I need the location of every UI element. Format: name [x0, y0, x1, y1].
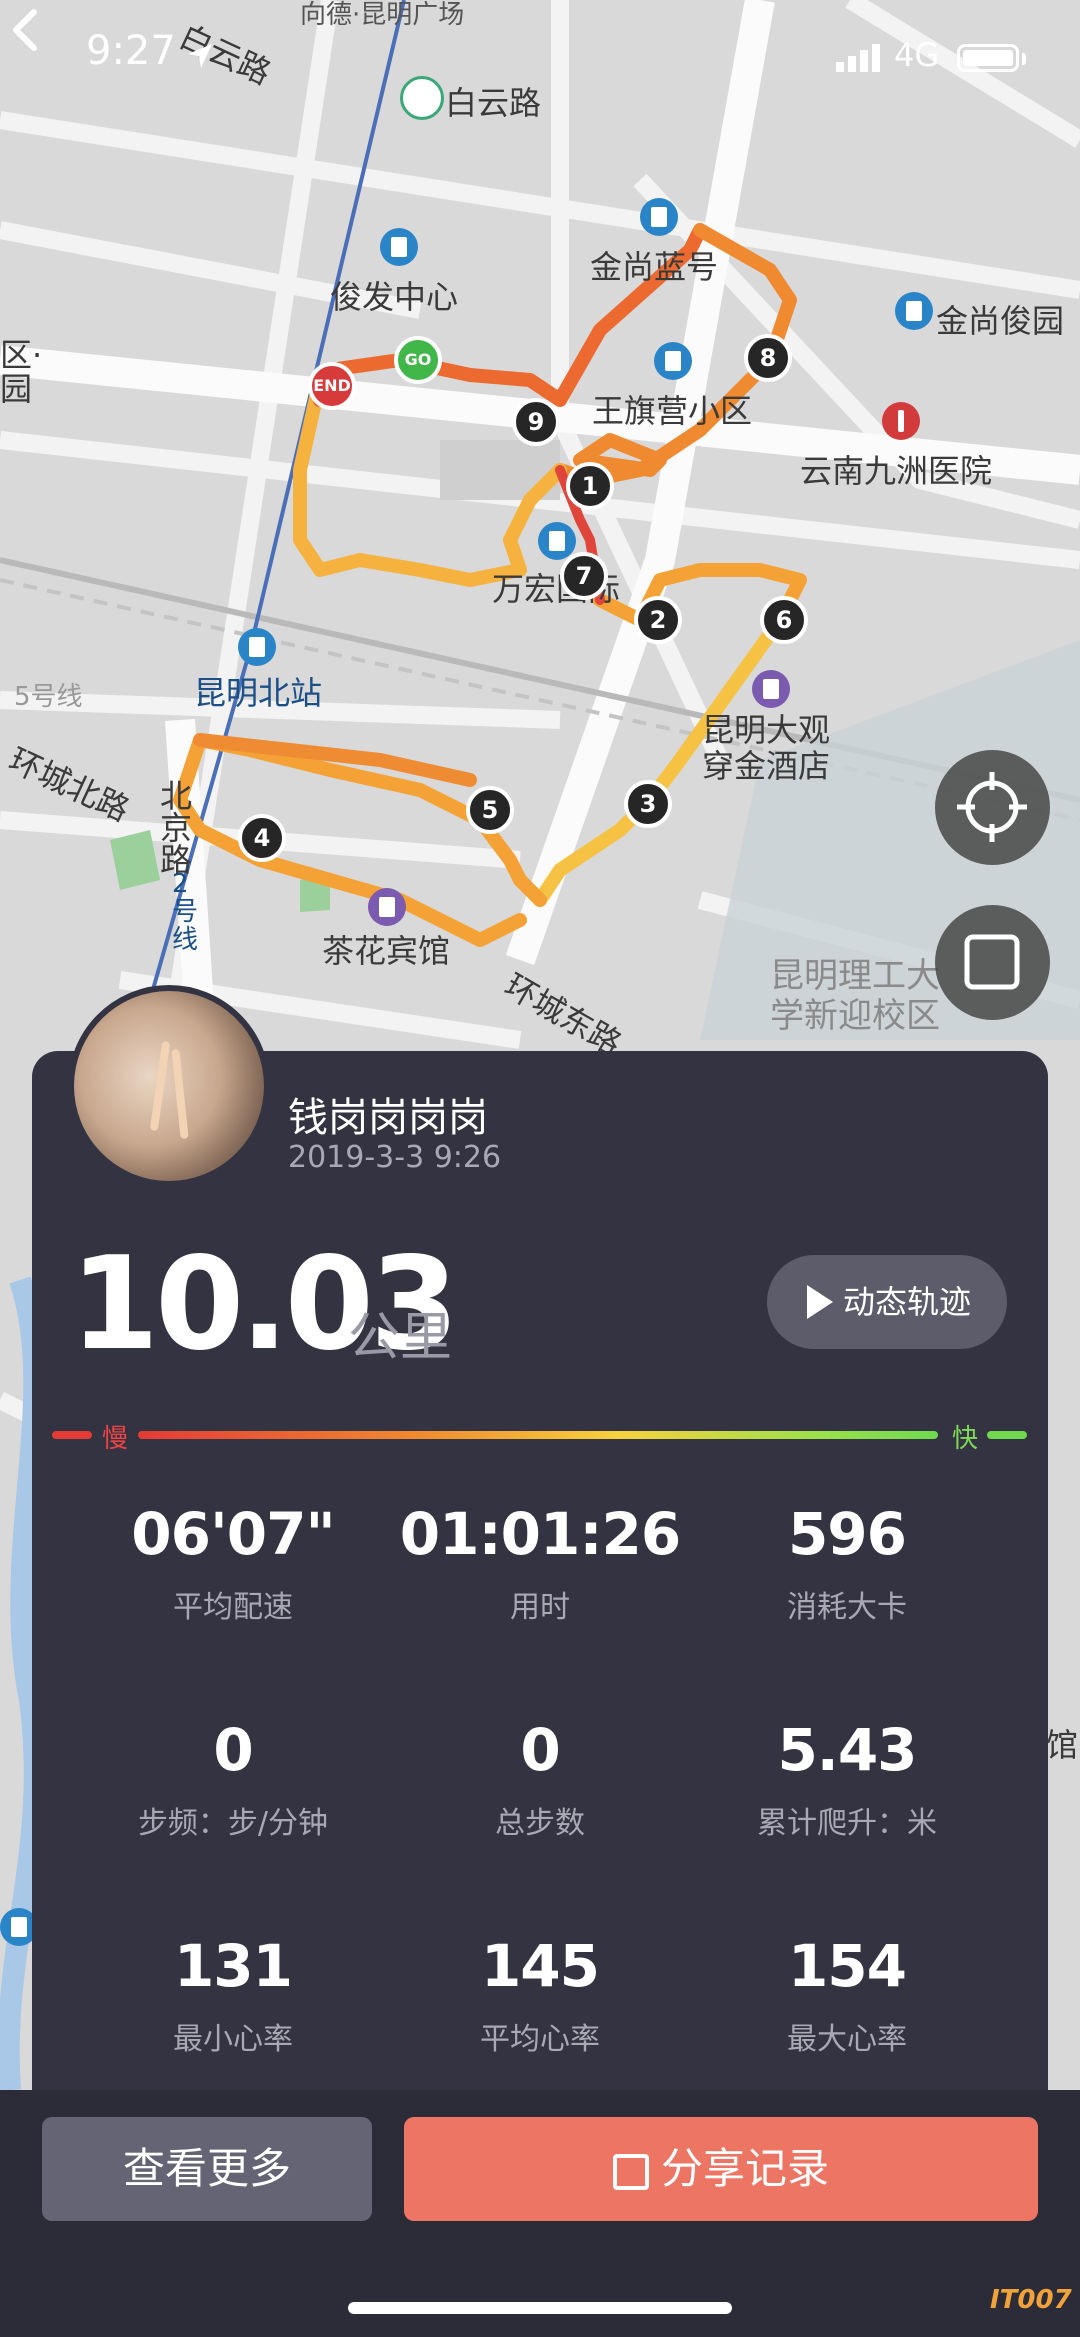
map-label: 馆	[1046, 1726, 1079, 1764]
km-marker[interactable]: 9	[512, 398, 560, 446]
km-marker[interactable]: 5	[466, 786, 514, 834]
stat-value: 154	[787, 1932, 907, 2000]
replay-track-button[interactable]: 动态轨迹	[767, 1255, 1007, 1349]
crosshair-icon	[957, 772, 1027, 842]
view-more-button[interactable]: 查看更多	[42, 2117, 372, 2221]
stat-min-heart-rate: 131 最小心率	[83, 1932, 383, 2058]
map-label: 向德·昆明广场	[300, 0, 465, 30]
map-label-poi: 茶花宾馆	[322, 932, 451, 970]
watermark-logo: IT007	[990, 2285, 1072, 2315]
play-icon	[807, 1285, 833, 1319]
stat-label: 最大心率	[787, 2022, 907, 2057]
speed-legend-slow-label: 慢	[102, 1424, 129, 1454]
stat-total-steps: 0 总步数	[390, 1716, 690, 1842]
share-icon	[612, 2153, 649, 2190]
map-label-metro: 2号线	[172, 869, 199, 955]
map-label-road: 白云路	[445, 84, 542, 122]
stat-label: 平均心率	[480, 2022, 600, 2057]
avatar-detail	[149, 1040, 171, 1132]
map-layer-button[interactable]	[935, 905, 1050, 1020]
frame-icon	[964, 934, 1020, 990]
stat-value: 131	[173, 1932, 293, 2000]
speed-legend-slow-tick	[52, 1431, 92, 1439]
poi-building-icon	[380, 228, 418, 266]
speed-legend-fast-label: 快	[952, 1424, 979, 1454]
poi-building-icon	[538, 522, 576, 560]
stat-value: 06'07"	[131, 1500, 335, 1568]
km-marker[interactable]: 4	[238, 814, 286, 862]
stat-label: 最小心率	[173, 2022, 293, 2057]
stat-avg-pace: 06'07" 平均配速	[83, 1500, 383, 1626]
speed-gradient-bar	[138, 1431, 938, 1439]
stat-label: 总步数	[495, 1806, 585, 1841]
stat-value: 596	[787, 1500, 907, 1568]
username: 钱岗岗岗岗	[288, 1095, 488, 1141]
stat-value: 0	[213, 1716, 253, 1784]
km-marker[interactable]: 1	[566, 462, 614, 510]
poi-building-icon	[895, 292, 933, 330]
replay-track-label: 动态轨迹	[843, 1283, 972, 1321]
stat-elevation-gain: 5.43 累计爬升：米	[697, 1716, 997, 1842]
stat-value: 145	[480, 1932, 600, 2000]
km-marker[interactable]: 6	[760, 596, 808, 644]
map-label-poi: 王旗营小区	[592, 392, 753, 430]
km-marker[interactable]: 8	[744, 334, 792, 382]
battery-tip	[1022, 53, 1026, 65]
train-station-icon	[238, 628, 276, 666]
speed-legend: 慢 快	[52, 1424, 1027, 1454]
status-time: 9:27	[86, 28, 176, 74]
stat-label: 步频：步/分钟	[137, 1806, 329, 1841]
location-arrow-icon	[188, 44, 212, 68]
map-label-station: 昆明北站	[194, 674, 323, 712]
speed-legend-fast-tick	[987, 1431, 1027, 1439]
map-label: 园	[0, 370, 33, 408]
end-marker[interactable]: END	[308, 362, 356, 410]
start-marker[interactable]: GO	[394, 336, 442, 384]
back-arrow-icon[interactable]	[0, 0, 50, 60]
battery-icon	[957, 44, 1019, 72]
stat-cadence: 0 步频：步/分钟	[83, 1716, 383, 1842]
network-type: 4G	[894, 36, 940, 74]
signal-icon	[836, 44, 884, 72]
map-label-metro: 5号线	[14, 682, 83, 712]
stat-duration: 01:01:26 用时	[390, 1500, 690, 1626]
stat-value: 0	[520, 1716, 560, 1784]
hotel-icon	[368, 888, 406, 926]
map-label-poi: 云南九洲医院	[800, 452, 993, 490]
home-indicator[interactable]	[348, 2302, 732, 2314]
share-record-label: 分享记录	[660, 2144, 829, 2193]
km-marker[interactable]: 3	[624, 780, 672, 828]
stat-calories: 596 消耗大卡	[697, 1500, 997, 1626]
map-label-poi: 金尚蓝号	[590, 248, 719, 286]
map-label-poi: 金尚俊园	[936, 302, 1065, 340]
distance-unit: 公里	[348, 1308, 453, 1368]
run-datetime: 2019-3-3 9:26	[288, 1140, 502, 1175]
poi-building-icon	[654, 342, 692, 380]
avatar[interactable]	[68, 985, 270, 1187]
map-label-road: 北京路	[160, 777, 193, 879]
stat-label: 消耗大卡	[787, 1590, 907, 1625]
hotel-icon	[752, 670, 790, 708]
km-marker[interactable]: 7	[560, 552, 608, 600]
stat-max-heart-rate: 154 最大心率	[697, 1932, 997, 2058]
avatar-detail	[171, 1048, 189, 1140]
stat-label: 累计爬升：米	[757, 1806, 937, 1841]
share-record-button[interactable]: 分享记录	[404, 2117, 1038, 2221]
hospital-icon	[882, 402, 920, 440]
km-marker[interactable]: 2	[634, 596, 682, 644]
map-label-poi: 昆明大观穿金酒店	[702, 711, 831, 785]
locate-button[interactable]	[935, 750, 1050, 865]
metro-station-icon	[400, 76, 444, 120]
stat-value: 01:01:26	[399, 1500, 682, 1568]
poi-building-icon	[640, 198, 678, 236]
stat-label: 平均配速	[173, 1590, 293, 1625]
stat-avg-heart-rate: 145 平均心率	[390, 1932, 690, 2058]
stat-value: 5.43	[777, 1716, 917, 1784]
stat-label: 用时	[510, 1590, 570, 1625]
map-label-poi: 俊发中心	[330, 278, 459, 316]
